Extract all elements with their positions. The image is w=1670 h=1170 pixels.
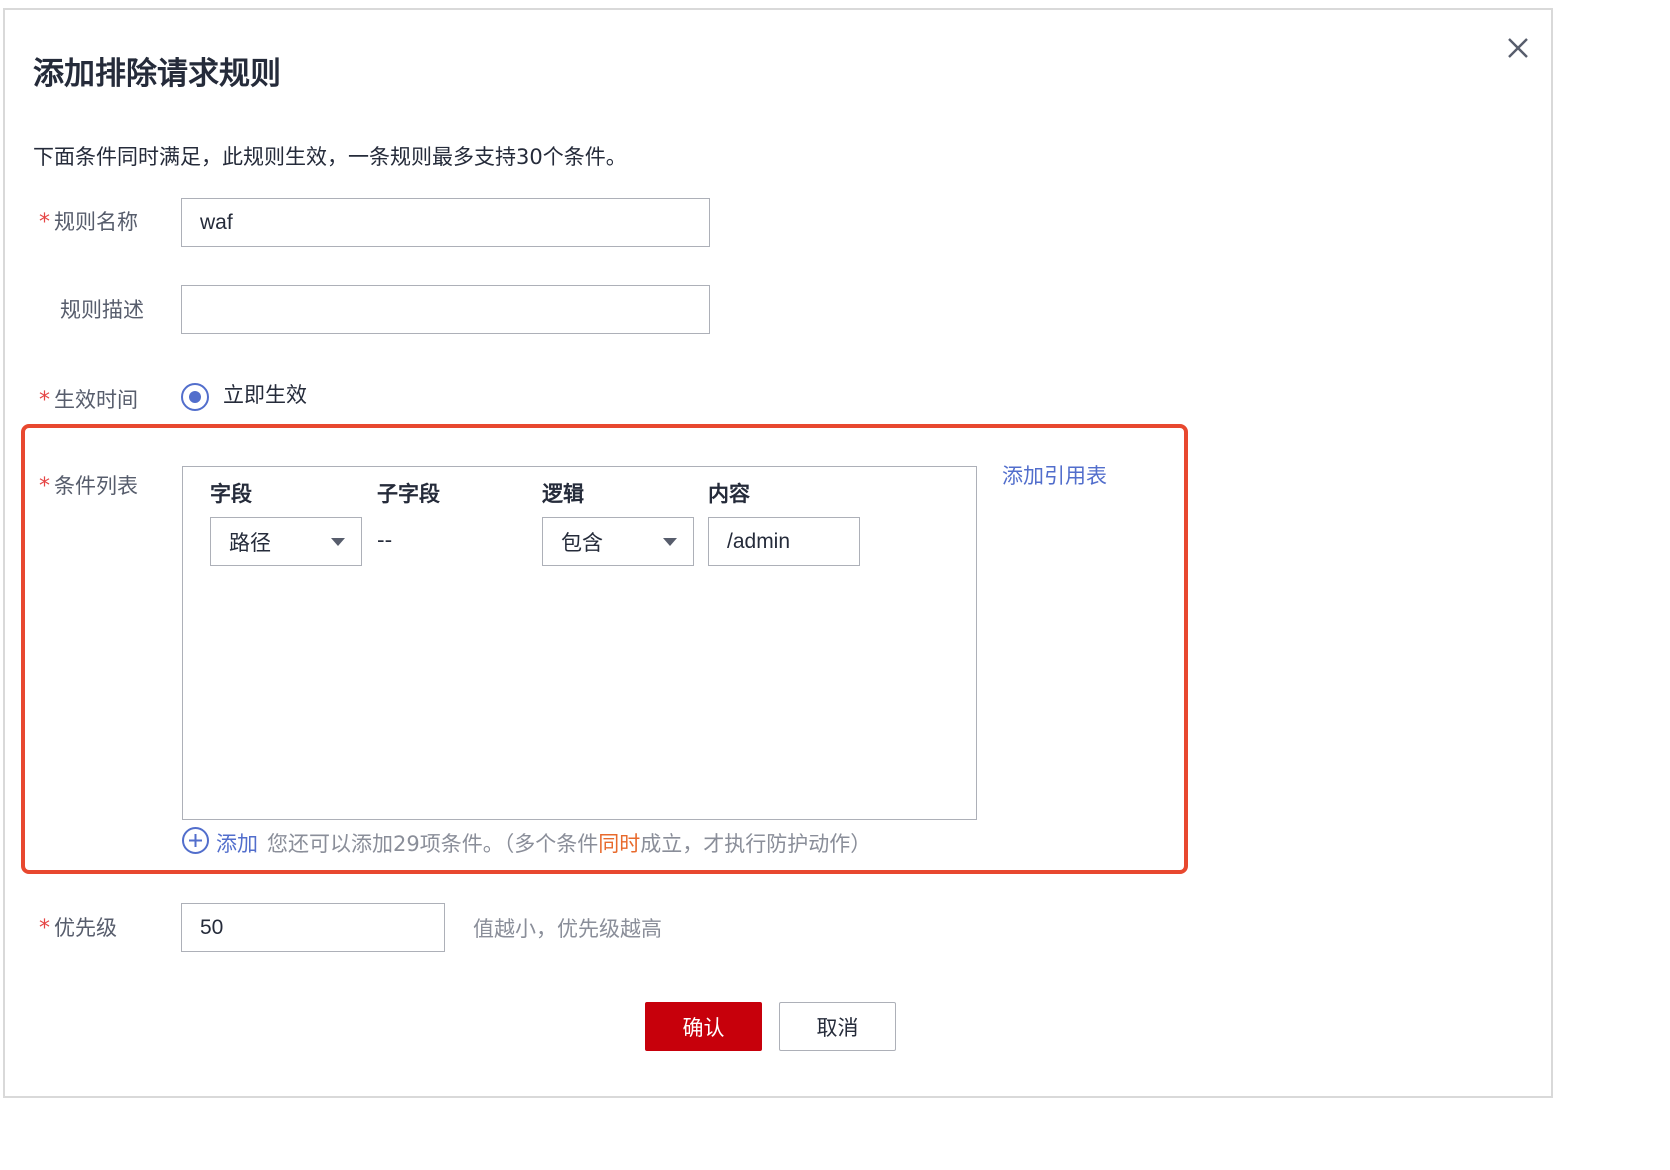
immediate-effect-label[interactable]: 立即生效 <box>223 379 307 409</box>
rule-name-label: * 规则名称 <box>39 210 138 235</box>
required-mark: * <box>39 388 50 413</box>
confirm-button[interactable]: 确认 <box>645 1002 762 1051</box>
required-mark: * <box>39 916 50 941</box>
dialog-title: 添加排除请求规则 <box>33 56 281 92</box>
rule-description-input[interactable] <box>181 285 710 334</box>
immediate-effect-radio[interactable] <box>181 383 209 411</box>
priority-hint: 值越小，优先级越高 <box>473 917 662 941</box>
dialog-description: 下面条件同时满足，此规则生效，一条规则最多支持30个条件。 <box>33 145 627 169</box>
rule-name-input[interactable]: waf <box>181 198 710 247</box>
priority-label: * 优先级 <box>39 916 117 941</box>
cancel-button[interactable]: 取消 <box>779 1002 896 1051</box>
required-mark: * <box>39 210 50 235</box>
effective-time-label: * 生效时间 <box>39 388 138 413</box>
priority-input[interactable]: 50 <box>181 903 445 952</box>
rule-description-label: 规则描述 <box>60 298 144 322</box>
condition-list-highlight <box>21 424 1188 874</box>
close-icon[interactable] <box>1502 32 1534 64</box>
